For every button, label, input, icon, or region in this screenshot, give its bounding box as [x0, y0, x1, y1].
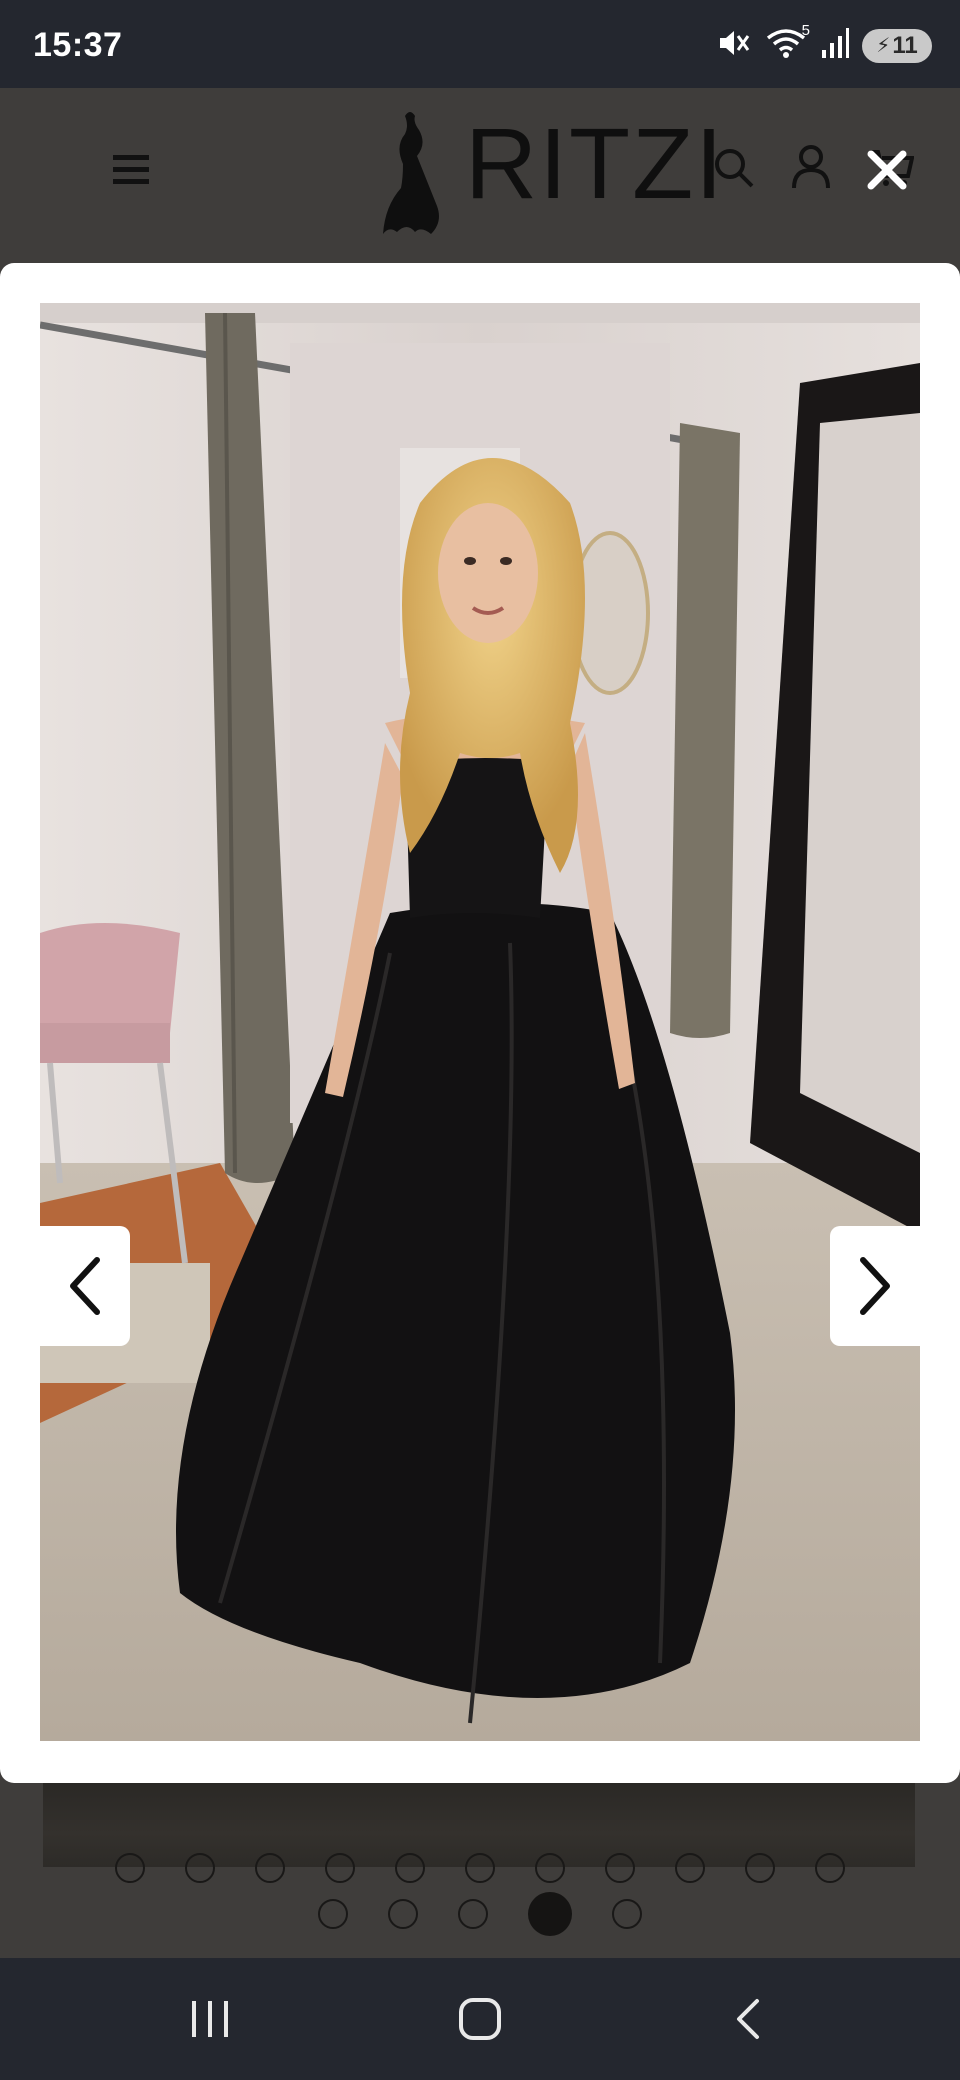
brand-logo[interactable]: RITZI — [355, 106, 723, 236]
carousel-dot[interactable] — [535, 1853, 565, 1883]
close-button[interactable] — [862, 145, 912, 195]
carousel-dot[interactable] — [465, 1853, 495, 1883]
wifi-badge: 5 — [801, 22, 810, 39]
status-icons: 5 ⚡ 11 — [716, 22, 932, 65]
mute-icon — [716, 26, 752, 65]
carousel-dot[interactable] — [745, 1853, 775, 1883]
search-icon[interactable] — [712, 146, 756, 195]
carousel-dot[interactable] — [318, 1899, 348, 1929]
next-image-button[interactable] — [830, 1226, 920, 1346]
carousel-dot[interactable] — [115, 1853, 145, 1883]
lightbox-modal — [0, 263, 960, 1783]
recent-apps-icon — [192, 2001, 228, 2037]
account-icon[interactable] — [791, 144, 831, 195]
status-time: 15:37 — [33, 26, 123, 64]
status-bar: 15:37 5 ⚡ 11 — [0, 0, 960, 88]
chevron-left-icon — [70, 1257, 100, 1315]
battery-icon: ⚡ 11 — [862, 28, 932, 63]
carousel-dots-row-2 — [0, 1892, 960, 1936]
back-icon — [737, 1999, 759, 2039]
carousel-dot[interactable] — [325, 1853, 355, 1883]
carousel-dot[interactable] — [255, 1853, 285, 1883]
recent-apps-button[interactable] — [150, 1958, 270, 2080]
site-header: RITZI — [0, 88, 960, 264]
carousel-dot[interactable] — [815, 1853, 845, 1883]
battery-level: 11 — [892, 31, 918, 59]
carousel-dots-row-1 — [0, 1853, 960, 1883]
wifi-icon: 5 — [764, 22, 810, 65]
product-photo-illustration — [40, 303, 920, 1741]
signal-icon — [820, 26, 850, 65]
carousel-dot[interactable] — [395, 1853, 425, 1883]
carousel-dot-active[interactable] — [528, 1892, 572, 1936]
home-button[interactable] — [420, 1958, 540, 2080]
brand-name: RITZI — [465, 108, 725, 220]
system-navigation-bar — [0, 1958, 960, 2080]
back-button[interactable] — [688, 1958, 808, 2080]
carousel-dot[interactable] — [675, 1853, 705, 1883]
menu-icon[interactable] — [113, 153, 149, 192]
dress-logo-icon — [383, 112, 439, 234]
carousel-dot[interactable] — [605, 1853, 635, 1883]
carousel-dot[interactable] — [185, 1853, 215, 1883]
product-photo — [40, 303, 920, 1741]
battery-bolt-icon: ⚡ — [876, 35, 891, 57]
carousel-dot[interactable] — [458, 1899, 488, 1929]
close-icon — [867, 150, 907, 190]
previous-image-button[interactable] — [40, 1226, 130, 1346]
home-icon — [459, 1998, 501, 2040]
carousel-dot[interactable] — [388, 1899, 418, 1929]
carousel-dot[interactable] — [612, 1899, 642, 1929]
chevron-right-icon — [860, 1257, 890, 1315]
